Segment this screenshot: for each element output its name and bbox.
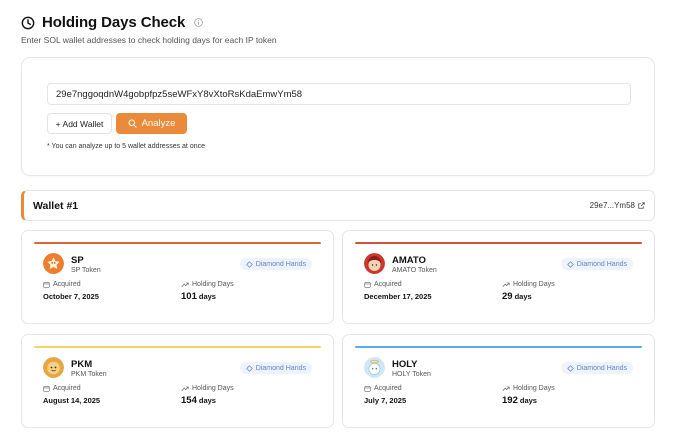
- wallet-input-panel: + Add Wallet Analyze * You can analyze u…: [21, 57, 655, 176]
- diamond-hands-badge: Diamond Hands: [239, 362, 312, 374]
- acquired-label-text: Acquired: [53, 385, 81, 392]
- pkm-token-avatar: [43, 357, 64, 378]
- acquired-date: August 14, 2025: [43, 396, 101, 405]
- diamond-icon: [246, 364, 253, 372]
- token-symbol: HOLY: [392, 359, 418, 370]
- days-unit: days: [514, 292, 532, 301]
- holding-days-label-text: Holding Days: [192, 385, 234, 392]
- wallet-address-link[interactable]: 29e7...Ym58: [590, 201, 645, 210]
- holding-days-number: 101: [181, 291, 197, 302]
- trend-up-icon: [502, 386, 510, 391]
- page-title: Holding Days Check: [42, 14, 186, 31]
- amato-token-avatar: [364, 253, 385, 274]
- analyze-label: Analyze: [141, 118, 176, 129]
- token-symbol: AMATO: [392, 255, 426, 266]
- search-icon: [128, 119, 137, 128]
- holding-days-label: Holding Days: [502, 281, 555, 288]
- acquired-label-text: Acquired: [374, 281, 402, 288]
- card-accent-line: [34, 242, 321, 244]
- trend-up-icon: [502, 282, 510, 287]
- diamond-icon: [567, 364, 574, 372]
- wallet-address-input[interactable]: [47, 83, 631, 105]
- analyze-button[interactable]: Analyze: [116, 113, 187, 134]
- diamond-hands-badge: Diamond Hands: [239, 258, 312, 270]
- diamond-hands-badge: Diamond Hands: [560, 258, 633, 270]
- days-unit: days: [198, 292, 216, 301]
- card-accent-line: [355, 346, 642, 348]
- token-full-name: AMATO Token: [392, 267, 437, 274]
- badge-label: Diamond Hands: [255, 260, 306, 268]
- acquired-date: July 7, 2025: [364, 396, 407, 405]
- wallet-title: Wallet #1: [33, 199, 79, 212]
- acquired-label: Acquired: [43, 385, 81, 392]
- calendar-icon: [43, 282, 50, 288]
- card-accent-line: [355, 242, 642, 244]
- token-symbol: SP: [71, 255, 84, 266]
- days-unit: days: [519, 396, 537, 405]
- token-card-sp: SP SP Token Diamond Hands Acquired Holdi…: [21, 230, 334, 324]
- clock-icon: [21, 16, 35, 29]
- add-wallet-label: + Add Wallet: [55, 118, 104, 129]
- holding-days-label: Holding Days: [181, 281, 234, 288]
- trend-up-icon: [181, 386, 189, 391]
- wallet-short-address: 29e7...Ym58: [589, 201, 635, 210]
- diamond-icon: [246, 260, 253, 268]
- token-card-holy: HOLY HOLY Token Diamond Hands Acquired H…: [342, 334, 655, 428]
- acquired-date: December 17, 2025: [364, 292, 432, 301]
- acquired-label: Acquired: [364, 385, 402, 392]
- holding-days-value: 101 days: [181, 291, 216, 302]
- holding-days-number: 154: [181, 395, 197, 406]
- holding-days-label-text: Holding Days: [192, 281, 234, 288]
- holding-days-value: 154 days: [181, 395, 216, 406]
- token-full-name: SP Token: [71, 267, 101, 274]
- wallet-limit-note: * You can analyze up to 5 wallet address…: [47, 143, 205, 150]
- acquired-label: Acquired: [364, 281, 402, 288]
- token-full-name: PKM Token: [71, 371, 107, 378]
- diamond-icon: [567, 260, 574, 268]
- diamond-hands-badge: Diamond Hands: [560, 362, 633, 374]
- holding-days-label: Holding Days: [502, 385, 555, 392]
- holding-days-value: 29 days: [502, 291, 532, 302]
- holding-days-number: 29: [502, 291, 513, 302]
- token-symbol: PKM: [71, 359, 93, 370]
- external-link-icon: [638, 202, 645, 209]
- trend-up-icon: [181, 282, 189, 287]
- card-accent-line: [34, 346, 321, 348]
- token-card-amato: AMATO AMATO Token Diamond Hands Acquired…: [342, 230, 655, 324]
- acquired-date: October 7, 2025: [43, 292, 99, 301]
- acquired-label-text: Acquired: [374, 385, 402, 392]
- holding-days-label-text: Holding Days: [513, 385, 555, 392]
- acquired-label-text: Acquired: [53, 281, 81, 288]
- wallet-header: Wallet #1 29e7...Ym58: [21, 190, 655, 221]
- sp-token-avatar: [43, 253, 64, 274]
- page-header: Holding Days Check: [21, 14, 203, 31]
- page-subtitle: Enter SOL wallet addresses to check hold…: [21, 35, 277, 45]
- holding-days-label: Holding Days: [181, 385, 234, 392]
- token-card-pkm: PKM PKM Token Diamond Hands Acquired Hol…: [21, 334, 334, 428]
- holding-days-number: 192: [502, 395, 518, 406]
- calendar-icon: [364, 386, 371, 392]
- badge-label: Diamond Hands: [576, 260, 627, 268]
- calendar-icon: [43, 386, 50, 392]
- days-unit: days: [198, 396, 216, 405]
- token-full-name: HOLY Token: [392, 371, 431, 378]
- info-icon[interactable]: [194, 18, 203, 27]
- acquired-label: Acquired: [43, 281, 81, 288]
- badge-label: Diamond Hands: [255, 364, 306, 372]
- badge-label: Diamond Hands: [576, 364, 627, 372]
- calendar-icon: [364, 282, 371, 288]
- add-wallet-button[interactable]: + Add Wallet: [47, 113, 112, 134]
- holding-days-label-text: Holding Days: [513, 281, 555, 288]
- holding-days-value: 192 days: [502, 395, 537, 406]
- holy-token-avatar: [364, 357, 385, 378]
